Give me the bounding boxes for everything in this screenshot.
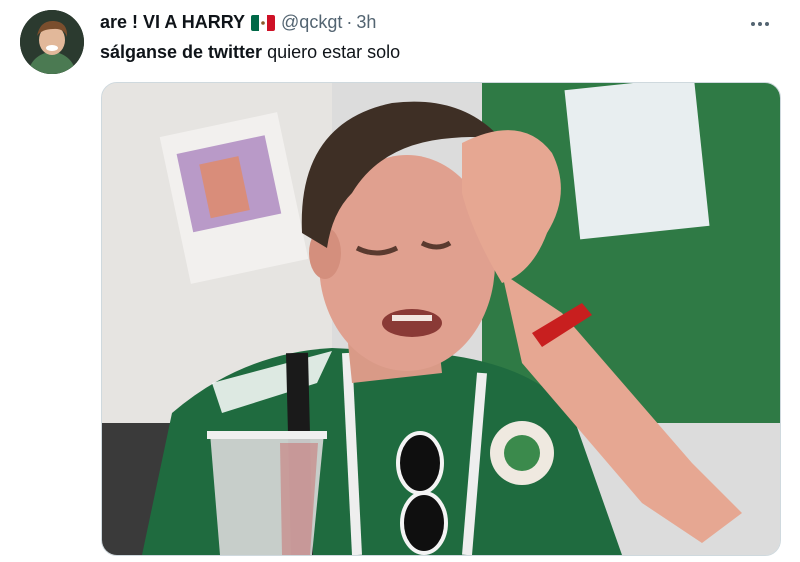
crying-fan-photo [102,83,780,555]
tweet-media-image[interactable] [101,82,781,556]
author-display-name[interactable]: are ! VI A HARRY [100,12,245,33]
tweet-text: sálganse de twitter quiero estar solo [100,42,400,63]
more-options-icon[interactable] [746,14,774,34]
mexico-flag-icon [251,14,276,31]
tweet-text-rest: quiero estar solo [262,42,401,62]
avatar[interactable] [20,10,84,74]
tweet-text-bold: sálganse de twitter [100,42,263,62]
tweet-timestamp[interactable]: 3h [356,12,376,33]
tweet[interactable]: are ! VI A HARRY @qckgt · 3h sálganse de… [0,0,800,562]
author-handle[interactable]: @qckgt [281,12,342,33]
separator-dot: · [346,12,353,32]
tweet-header: are ! VI A HARRY @qckgt · 3h [100,12,376,33]
